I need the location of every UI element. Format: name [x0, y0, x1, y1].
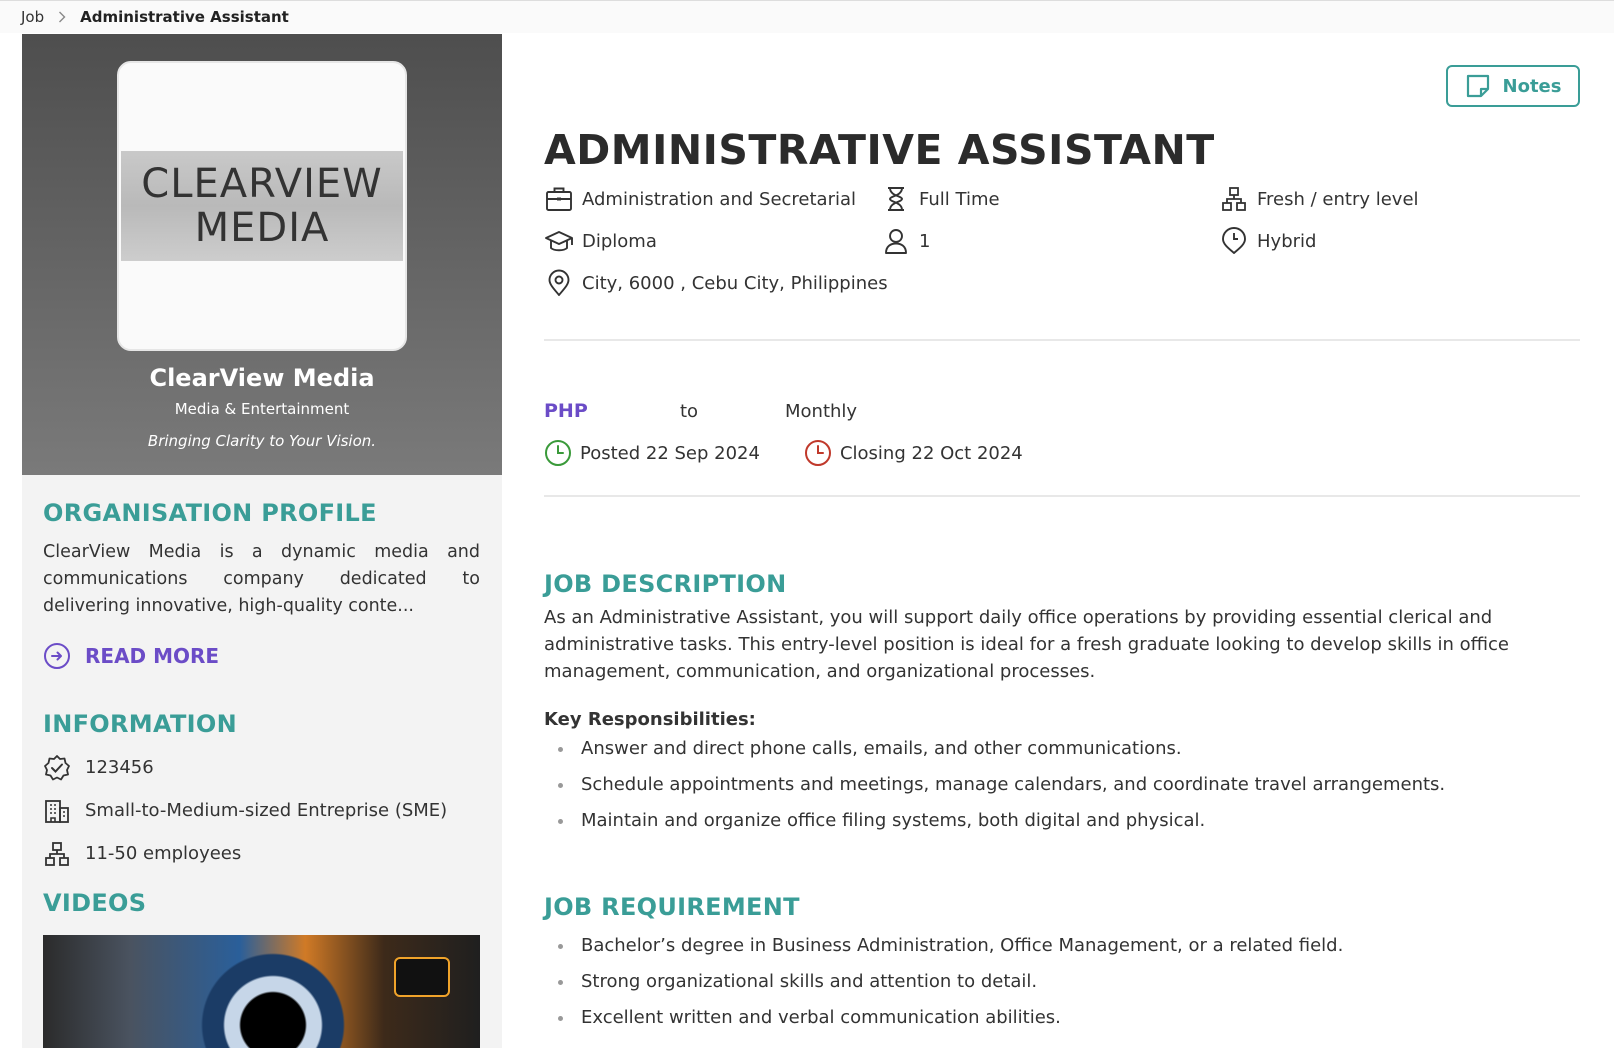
closing-date: Closing 22 Oct 2024 — [839, 442, 1023, 464]
job-title: ADMINISTRATIVE ASSISTANT — [544, 126, 1215, 174]
registration-row: 123456 — [43, 754, 480, 781]
information-heading: INFORMATION — [43, 710, 237, 738]
camera-graphic — [394, 957, 450, 997]
list-item: Bachelor’s degree in Business Administra… — [544, 928, 1580, 964]
divider — [544, 339, 1580, 341]
job-location: City, 6000 , Cebu City, Philippines — [544, 267, 888, 299]
logo-text-line-1: CLEARVIEW — [141, 161, 383, 207]
list-item: Strong organizational skills and attenti… — [544, 964, 1580, 1000]
requirements-list: Bachelor’s degree in Business Administra… — [544, 928, 1580, 1036]
list-item: Maintain and organize office filing syst… — [544, 803, 1580, 839]
note-icon — [1465, 73, 1491, 99]
job-description-text: As an Administrative Assistant, you will… — [544, 607, 1509, 682]
hierarchy-icon — [1219, 185, 1249, 213]
profile-heading: ORGANISATION PROFILE — [43, 499, 377, 527]
posted-date: Posted 22 Sep 2024 — [580, 442, 760, 464]
videos-heading: VIDEOS — [43, 889, 147, 917]
clock-pin-icon — [1219, 227, 1249, 255]
breadcrumb: Job Administrative Assistant — [0, 0, 1614, 33]
job-requirement-heading: JOB REQUIREMENT — [544, 893, 800, 921]
list-item: Answer and direct phone calls, emails, a… — [544, 731, 1580, 767]
employees-row: 11-50 employees — [43, 840, 480, 867]
person-icon — [881, 227, 911, 255]
divider — [544, 495, 1580, 497]
chevron-right-icon — [58, 11, 66, 23]
hourglass-icon — [881, 185, 911, 213]
org-chart-icon — [43, 840, 75, 868]
clock-icon — [544, 439, 572, 467]
education-level: Diploma — [544, 225, 657, 257]
profile-text: ClearView Media is a dynamic media and c… — [43, 542, 480, 616]
company-industry: Media & Entertainment — [174, 400, 350, 418]
briefcase-icon — [544, 185, 574, 213]
notes-label: Notes — [1502, 75, 1562, 97]
read-more-button[interactable]: READ MORE — [43, 642, 480, 670]
verified-badge-icon — [43, 754, 75, 782]
job-category: Administration and Secretarial — [544, 183, 856, 215]
company-hero: CLEARVIEW MEDIA ClearView Media Media & … — [22, 34, 502, 475]
company-sidebar: CLEARVIEW MEDIA ClearView Media Media & … — [22, 34, 502, 1048]
location-pin-icon — [544, 269, 574, 297]
date-row: Posted 22 Sep 2024 Closing 22 Oct 2024 — [544, 439, 1023, 467]
career-level: Fresh / entry level — [1219, 183, 1419, 215]
video-thumbnail[interactable] — [43, 935, 480, 1048]
vacancy-count: 1 — [881, 225, 930, 257]
responsibilities-list: Answer and direct phone calls, emails, a… — [544, 731, 1580, 839]
list-item: Schedule appointments and meetings, mana… — [544, 767, 1580, 803]
work-mode: Hybrid — [1219, 225, 1316, 257]
notes-button[interactable]: Notes — [1446, 65, 1580, 107]
company-name: ClearView Media — [149, 364, 375, 392]
employee-count: 11-50 employees — [85, 843, 242, 864]
key-responsibilities-heading: Key Responsibilities: — [544, 709, 756, 730]
graduation-cap-icon — [544, 227, 574, 255]
breadcrumb-current: Administrative Assistant — [80, 8, 289, 26]
salary-to: to — [680, 400, 699, 422]
breadcrumb-job-link[interactable]: Job — [21, 8, 44, 26]
registration-number: 123456 — [85, 757, 154, 778]
clock-icon — [804, 439, 832, 467]
salary-currency: PHP — [544, 400, 588, 422]
company-size: Small-to-Medium-sized Entreprise (SME) — [85, 800, 448, 821]
list-item: Excellent written and verbal communicati… — [544, 1000, 1580, 1036]
company-logo: CLEARVIEW MEDIA — [117, 61, 407, 351]
job-detail: Notes ADMINISTRATIVE ASSISTANT Administr… — [544, 34, 1580, 1048]
job-description-heading: JOB DESCRIPTION — [544, 570, 787, 598]
arrow-circle-right-icon — [43, 642, 71, 670]
logo-text-line-2: MEDIA — [194, 205, 330, 251]
read-more-label: READ MORE — [85, 644, 220, 668]
company-tagline: Bringing Clarity to Your Vision. — [147, 432, 377, 450]
building-icon — [43, 797, 75, 825]
salary-period: Monthly — [785, 400, 858, 422]
salary-row: PHP to Monthly — [544, 396, 857, 426]
company-size-row: Small-to-Medium-sized Entreprise (SME) — [43, 797, 480, 824]
employment-type: Full Time — [881, 183, 1000, 215]
